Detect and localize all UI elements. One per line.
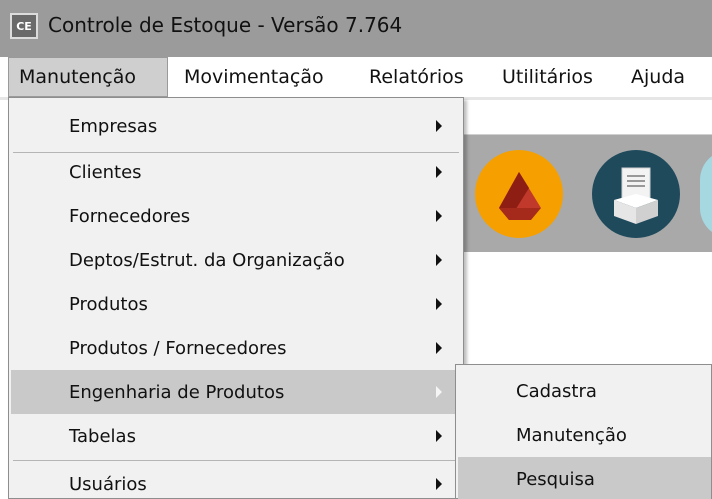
submenu-item-manutencao[interactable]: Manutenção: [458, 413, 711, 457]
menu-item-deptos[interactable]: Deptos/Estrut. da Organização: [11, 238, 461, 282]
menu-item-empresas[interactable]: Empresas: [11, 104, 461, 148]
window-title: Controle de Estoque - Versão 7.764: [48, 13, 403, 37]
menu-item-produtos-fornecedores[interactable]: Produtos / Fornecedores: [11, 326, 461, 370]
submenu-arrow-icon: [436, 430, 442, 442]
menu-bar: Manutenção Movimentação Relatórios Utili…: [0, 57, 712, 97]
submenu-arrow-icon: [436, 120, 442, 132]
menu-item-fornecedores[interactable]: Fornecedores: [11, 194, 461, 238]
submenu-item-pesquisa[interactable]: Pesquisa: [458, 457, 711, 499]
menu-ajuda[interactable]: Ajuda: [631, 57, 685, 97]
menu-item-label: Engenharia de Produtos: [69, 381, 285, 403]
package-document-glyph: [614, 167, 658, 224]
submenu-arrow-icon: [436, 342, 442, 354]
title-bar: CE Controle de Estoque - Versão 7.764: [0, 0, 712, 57]
package-document-icon[interactable]: [592, 150, 680, 238]
drive-icon[interactable]: [475, 150, 563, 238]
menu-item-label: Empresas: [69, 115, 158, 137]
menu-item-label: Clientes: [69, 161, 142, 183]
menu-separator: [13, 460, 459, 461]
menu-item-label: Usuários: [69, 473, 147, 495]
submenu-arrow-icon: [436, 478, 442, 490]
submenu-arrow-icon: [436, 386, 442, 398]
menu-manutencao[interactable]: Manutenção: [8, 57, 168, 97]
drive-icon-glyph: [499, 172, 541, 220]
menu-item-engenharia-produtos[interactable]: Engenharia de Produtos: [11, 370, 461, 414]
menu-item-produtos[interactable]: Produtos: [11, 282, 461, 326]
menu-relatorios[interactable]: Relatórios: [369, 57, 464, 97]
submenu-item-label: Manutenção: [516, 424, 627, 446]
menu-item-clientes[interactable]: Clientes: [11, 150, 461, 194]
menu-item-label: Fornecedores: [69, 205, 191, 227]
submenu-arrow-icon: [436, 298, 442, 310]
submenu-arrow-icon: [436, 254, 442, 266]
menu-item-label: Tabelas: [69, 425, 136, 447]
submenu-arrow-icon: [436, 166, 442, 178]
submenu-item-cadastra[interactable]: Cadastra: [458, 369, 711, 413]
menu-item-label: Deptos/Estrut. da Organização: [69, 249, 345, 271]
menu-item-label: Produtos / Fornecedores: [69, 337, 287, 359]
submenu-arrow-icon: [436, 210, 442, 222]
submenu-item-label: Pesquisa: [516, 468, 595, 490]
manutencao-dropdown: Empresas Clientes Fornecedores Deptos/Es…: [8, 97, 464, 499]
menu-utilitarios[interactable]: Utilitários: [502, 57, 593, 97]
menu-item-label: Produtos: [69, 293, 148, 315]
engenharia-submenu: Cadastra Manutenção Pesquisa: [455, 364, 712, 499]
app-icon: CE: [10, 13, 38, 39]
menu-item-usuarios[interactable]: Usuários: [11, 462, 461, 499]
submenu-item-label: Cadastra: [516, 380, 597, 402]
menu-movimentacao[interactable]: Movimentação: [184, 57, 324, 97]
menu-item-tabelas[interactable]: Tabelas: [11, 414, 461, 458]
background-input-row: [440, 100, 712, 135]
